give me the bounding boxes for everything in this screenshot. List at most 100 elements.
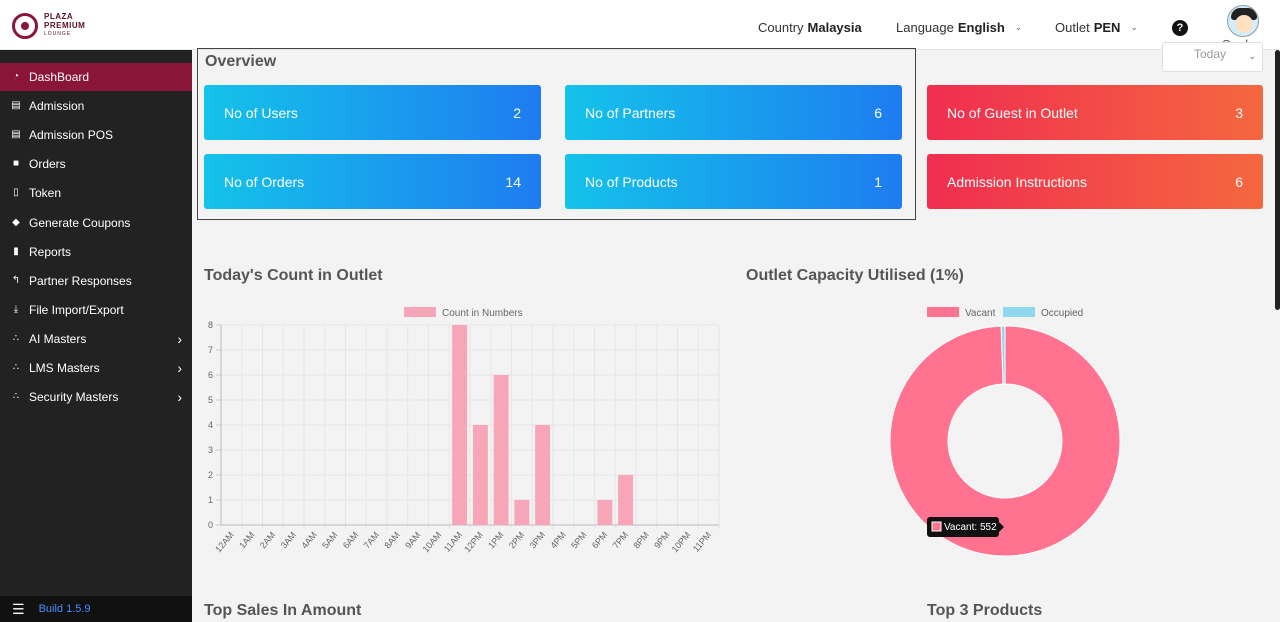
x-tick-label: 1PM	[486, 530, 506, 551]
help-icon[interactable]: ?	[1172, 20, 1188, 36]
dashboard-icon: ◔	[12, 71, 20, 82]
x-tick-label: 2PM	[507, 530, 527, 551]
tooltip-text: Vacant: 552	[944, 522, 997, 533]
id-card-icon: ▤	[11, 100, 21, 112]
cart-icon: ■	[12, 158, 20, 170]
x-tick-label: 12PM	[462, 530, 485, 554]
sidebar-item-file-import-export[interactable]: ⤓ File Import/Export	[0, 296, 192, 324]
stat-card-label: No of Users	[224, 104, 298, 121]
count-chart-title: Today's Count in Outlet	[204, 267, 383, 284]
chevron-right-icon: ›	[177, 360, 182, 376]
stat-card-value: 3	[1235, 104, 1243, 121]
chevron-down-icon: ⌄	[1014, 22, 1023, 32]
top-bar: PLAZA PREMIUM LOUNGE Country Malaysia La…	[0, 0, 1280, 52]
x-tick-label: 7AM	[362, 530, 382, 551]
slice-vacant	[889, 325, 1121, 557]
x-tick-label: 10AM	[421, 530, 444, 554]
sidebar-item-label: Partner Responses	[29, 273, 132, 288]
country-indicator: Country Malaysia	[758, 20, 862, 35]
chevron-down-icon: ⌄	[1248, 51, 1256, 61]
stat-card-value: 14	[505, 173, 521, 190]
language-dropdown[interactable]: Language English ⌄	[896, 20, 1022, 35]
chevron-right-icon: ›	[177, 389, 182, 406]
language-label: Language	[896, 20, 954, 35]
stat-card-label: No of Orders	[224, 173, 305, 190]
count-bar-chart: Count in Numbers 0 1 2 3 4 5 6 7 8 12AM 1AM 2AM 3AM 4A…	[208, 307, 720, 554]
outlet-label: Outlet	[1055, 20, 1090, 35]
brand-logo[interactable]: PLAZA PREMIUM LOUNGE	[12, 12, 85, 39]
stat-card-label: Admission Instructions	[947, 173, 1088, 190]
build-version: Build 1.5.9	[38, 603, 91, 615]
sidebar-item-label: Admission POS	[29, 128, 114, 143]
x-tick-label: 12AM	[213, 530, 236, 554]
capacity-chart-title: Outlet Capacity Utilised (1%)	[746, 267, 964, 284]
sidebar-item-dashboard[interactable]: ◔ DashBoard	[0, 63, 192, 91]
stat-card-no-of-partners[interactable]: No of Partners 6	[565, 85, 902, 140]
bar-2PM	[514, 500, 530, 525]
language-value: English	[957, 20, 1005, 35]
sidebar-item-orders[interactable]: ■ Orders	[0, 150, 192, 178]
bar-12PM	[472, 425, 488, 525]
stat-card-value: 6	[874, 104, 882, 121]
x-tick-label: 7PM	[611, 530, 631, 551]
x-tick-label: 8AM	[382, 530, 402, 551]
x-tick-label: 11AM	[442, 530, 464, 554]
legend-swatch	[404, 307, 436, 317]
page-scrollbar[interactable]	[1275, 50, 1280, 310]
bar-3PM	[535, 425, 551, 525]
stat-card-no-of-guest-in-outlet[interactable]: No of Guest in Outlet 3	[927, 85, 1263, 140]
stat-card-admission-instructions[interactable]: Admission Instructions 6	[927, 154, 1263, 209]
x-tick-label: 6AM	[341, 530, 361, 551]
chevron-right-icon: ›	[177, 330, 182, 347]
x-tick-label: 5AM	[320, 530, 340, 551]
country-label: Country	[758, 20, 804, 35]
sitemap-icon: ∴	[12, 391, 20, 403]
sidebar-item-security-masters[interactable]: ∴ Security Masters ›	[0, 383, 192, 411]
sidebar-item-ai-masters[interactable]: ∴ AI Masters ›	[0, 325, 192, 353]
x-tick-label: 3AM	[279, 530, 299, 551]
stat-card-no-of-orders[interactable]: No of Orders 14	[204, 154, 541, 209]
bar-11AM	[452, 325, 468, 525]
sidebar-item-label: LMS Masters	[29, 361, 100, 375]
y-tick-label: 2	[208, 470, 213, 480]
hamburger-menu-icon[interactable]: ☰	[12, 601, 25, 618]
sidebar-item-reports[interactable]: ▮ Reports	[0, 238, 192, 266]
sidebar-item-token[interactable]: ▯ Token	[0, 179, 192, 207]
top-products-title: Top 3 Products	[927, 602, 1043, 619]
sidebar-item-lms-masters[interactable]: ∴ LMS Masters ›	[0, 354, 192, 382]
sidebar-item-partner-responses[interactable]: ↰ Partner Responses	[0, 267, 192, 295]
sidebar-item-label: Token	[29, 186, 62, 201]
logo-mark-icon	[12, 12, 38, 39]
period-select[interactable]: Today ⌄	[1162, 42, 1263, 72]
sitemap-icon: ∴	[12, 332, 20, 344]
stat-card-value: 6	[1235, 173, 1243, 190]
user-avatar[interactable]	[1227, 5, 1259, 37]
y-tick-label: 5	[208, 395, 213, 405]
capacity-donut-chart: Vacant Occupied Vacant: 552	[889, 307, 1121, 557]
outlet-dropdown[interactable]: Outlet PEN ⌄	[1055, 20, 1138, 35]
download-icon: ⤓	[13, 303, 19, 315]
logo-line3: LOUNGE	[44, 31, 72, 37]
stat-card-value: 1	[874, 173, 882, 190]
stat-card-no-of-users[interactable]: No of Users 2	[204, 85, 541, 140]
legend-swatch-vacant	[927, 307, 959, 317]
tooltip-swatch	[931, 521, 942, 532]
x-tick-label: 2AM	[258, 530, 278, 551]
sidebar-item-admission[interactable]: ▤ Admission	[0, 92, 192, 120]
y-tick-label: 3	[208, 445, 213, 455]
sidebar-footer: ☰ Build 1.5.9	[0, 596, 192, 622]
legend-label: Count in Numbers	[442, 308, 523, 319]
sidebar-item-admission-pos[interactable]: ▤ Admission POS	[0, 121, 192, 149]
sidebar-item-label: File Import/Export	[29, 302, 124, 317]
bar-1PM	[493, 375, 509, 525]
y-tick-label: 1	[208, 495, 213, 505]
x-tick-label: 4PM	[548, 530, 568, 551]
x-tick-label: 11PM	[691, 530, 713, 554]
stat-card-no-of-products[interactable]: No of Products 1	[565, 154, 902, 209]
outlet-value: PEN	[1093, 20, 1121, 35]
bar-7PM	[618, 475, 634, 525]
y-tick-label: 0	[208, 520, 213, 530]
id-card-icon: ▤	[11, 129, 21, 141]
x-tick-label: 9AM	[403, 530, 423, 551]
sidebar-item-generate-coupons[interactable]: ◆ Generate Coupons	[0, 209, 192, 237]
